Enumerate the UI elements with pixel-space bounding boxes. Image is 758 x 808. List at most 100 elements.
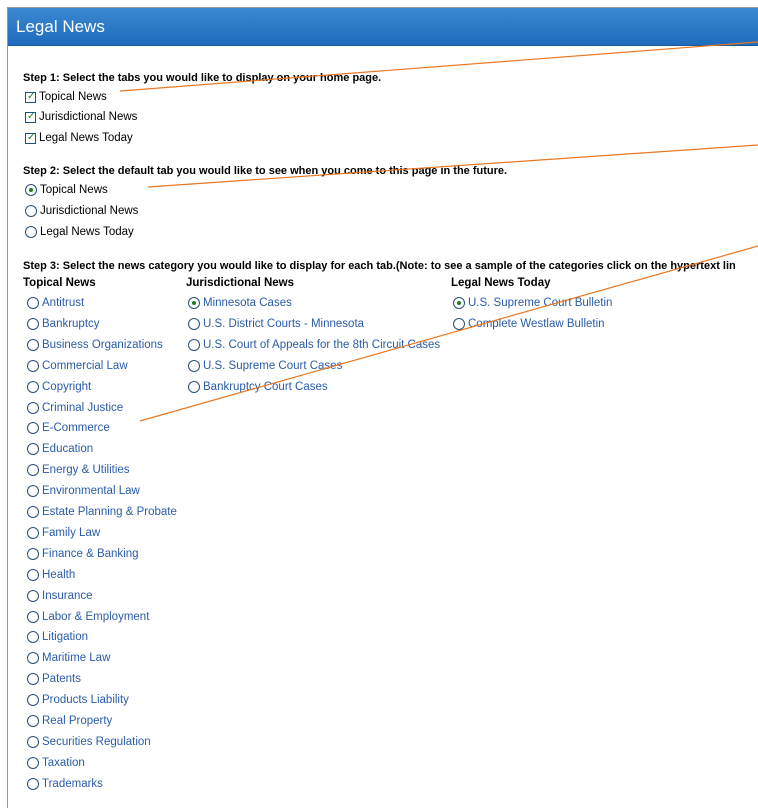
category-option[interactable]: Family Law bbox=[27, 525, 100, 541]
category-link[interactable]: Labor & Employment bbox=[42, 611, 149, 623]
radio-button[interactable] bbox=[27, 402, 39, 414]
category-option[interactable]: U.S. District Courts - Minnesota bbox=[188, 316, 364, 332]
radio-button[interactable] bbox=[25, 184, 37, 196]
category-link[interactable]: Finance & Banking bbox=[42, 548, 139, 560]
radio-button[interactable] bbox=[453, 318, 465, 330]
category-link[interactable]: U.S. District Courts - Minnesota bbox=[203, 318, 364, 330]
radio-button[interactable] bbox=[27, 318, 39, 330]
category-option[interactable]: Antitrust bbox=[27, 295, 84, 311]
category-link[interactable]: Estate Planning & Probate bbox=[42, 506, 177, 518]
radio-button[interactable] bbox=[27, 506, 39, 518]
radio-button[interactable] bbox=[27, 464, 39, 476]
radio-button[interactable] bbox=[27, 590, 39, 602]
step2-option-jurisdictional[interactable]: Jurisdictional News bbox=[25, 203, 138, 219]
radio-button[interactable] bbox=[27, 443, 39, 455]
radio-button[interactable] bbox=[453, 297, 465, 309]
category-option[interactable]: Real Property bbox=[27, 713, 112, 729]
radio-button[interactable] bbox=[27, 778, 39, 790]
radio-button[interactable] bbox=[27, 360, 39, 372]
category-link[interactable]: Bankruptcy Court Cases bbox=[203, 381, 328, 393]
category-option[interactable]: Business Organizations bbox=[27, 337, 163, 353]
category-link[interactable]: Maritime Law bbox=[42, 652, 110, 664]
category-link[interactable]: Trademarks bbox=[42, 778, 103, 790]
category-link[interactable]: Energy & Utilities bbox=[42, 464, 130, 476]
checkbox[interactable]: ✓ bbox=[25, 91, 36, 103]
category-option[interactable]: U.S. Supreme Court Cases bbox=[188, 358, 342, 374]
category-option[interactable]: Products Liability bbox=[27, 692, 129, 708]
radio-button[interactable] bbox=[27, 297, 39, 309]
step1-option-legal-today[interactable]: ✓ Legal News Today bbox=[25, 130, 133, 146]
category-link[interactable]: Copyright bbox=[42, 381, 91, 393]
category-option[interactable]: Finance & Banking bbox=[27, 546, 139, 562]
category-option[interactable]: U.S. Court of Appeals for the 8th Circui… bbox=[188, 337, 440, 353]
radio-button[interactable] bbox=[27, 736, 39, 748]
category-link[interactable]: Products Liability bbox=[42, 694, 129, 706]
category-link[interactable]: Bankruptcy bbox=[42, 318, 100, 330]
category-option[interactable]: Copyright bbox=[27, 379, 91, 395]
category-option[interactable]: Environmental Law bbox=[27, 483, 140, 499]
category-option[interactable]: E-Commerce bbox=[27, 420, 110, 436]
category-option[interactable]: Estate Planning & Probate bbox=[27, 504, 177, 520]
radio-button[interactable] bbox=[27, 631, 39, 643]
radio-button[interactable] bbox=[27, 757, 39, 769]
category-link[interactable]: Litigation bbox=[42, 631, 88, 643]
category-option[interactable]: Bankruptcy bbox=[27, 316, 100, 332]
radio-button[interactable] bbox=[27, 381, 39, 393]
category-link[interactable]: Complete Westlaw Bulletin bbox=[468, 318, 605, 330]
category-option[interactable]: Insurance bbox=[27, 588, 93, 604]
category-link[interactable]: Business Organizations bbox=[42, 339, 163, 351]
category-option[interactable]: Litigation bbox=[27, 629, 88, 645]
category-option[interactable]: Complete Westlaw Bulletin bbox=[453, 316, 605, 332]
category-option[interactable]: Taxation bbox=[27, 755, 85, 771]
category-link[interactable]: U.S. Supreme Court Bulletin bbox=[468, 297, 612, 309]
step1-option-topical[interactable]: ✓ Topical News bbox=[25, 89, 107, 105]
category-option[interactable]: Securities Regulation bbox=[27, 734, 151, 750]
category-link[interactable]: Family Law bbox=[42, 527, 100, 539]
category-option[interactable]: Patents bbox=[27, 671, 81, 687]
radio-button[interactable] bbox=[25, 205, 37, 217]
radio-button[interactable] bbox=[27, 339, 39, 351]
category-link[interactable]: Real Property bbox=[42, 715, 112, 727]
step2-option-legal-today[interactable]: Legal News Today bbox=[25, 224, 134, 240]
radio-button[interactable] bbox=[27, 548, 39, 560]
radio-button[interactable] bbox=[27, 673, 39, 685]
radio-button[interactable] bbox=[188, 318, 200, 330]
category-link[interactable]: Insurance bbox=[42, 590, 93, 602]
category-option[interactable]: U.S. Supreme Court Bulletin bbox=[453, 295, 612, 311]
category-link[interactable]: Taxation bbox=[42, 757, 85, 769]
radio-button[interactable] bbox=[27, 715, 39, 727]
category-link[interactable]: U.S. Court of Appeals for the 8th Circui… bbox=[203, 339, 440, 351]
category-option[interactable]: Education bbox=[27, 441, 93, 457]
category-link[interactable]: Securities Regulation bbox=[42, 736, 151, 748]
category-link[interactable]: E-Commerce bbox=[42, 422, 110, 434]
radio-button[interactable] bbox=[27, 569, 39, 581]
category-link[interactable]: Education bbox=[42, 443, 93, 455]
category-link[interactable]: Minnesota Cases bbox=[203, 297, 292, 309]
category-link[interactable]: U.S. Supreme Court Cases bbox=[203, 360, 342, 372]
radio-button[interactable] bbox=[188, 360, 200, 372]
radio-button[interactable] bbox=[188, 297, 200, 309]
radio-button[interactable] bbox=[27, 422, 39, 434]
radio-button[interactable] bbox=[27, 694, 39, 706]
category-option[interactable]: Health bbox=[27, 567, 75, 583]
category-link[interactable]: Environmental Law bbox=[42, 485, 140, 497]
step2-option-topical[interactable]: Topical News bbox=[25, 182, 108, 198]
radio-button[interactable] bbox=[27, 652, 39, 664]
category-option[interactable]: Commercial Law bbox=[27, 358, 128, 374]
radio-button[interactable] bbox=[27, 485, 39, 497]
category-link[interactable]: Patents bbox=[42, 673, 81, 685]
category-option[interactable]: Bankruptcy Court Cases bbox=[188, 379, 328, 395]
radio-button[interactable] bbox=[188, 339, 200, 351]
category-option[interactable]: Labor & Employment bbox=[27, 609, 149, 625]
radio-button[interactable] bbox=[25, 226, 37, 238]
category-option[interactable]: Minnesota Cases bbox=[188, 295, 292, 311]
category-link[interactable]: Criminal Justice bbox=[42, 402, 123, 414]
radio-button[interactable] bbox=[27, 611, 39, 623]
category-link[interactable]: Commercial Law bbox=[42, 360, 128, 372]
category-option[interactable]: Maritime Law bbox=[27, 650, 110, 666]
radio-button[interactable] bbox=[188, 381, 200, 393]
category-link[interactable]: Health bbox=[42, 569, 75, 581]
category-option[interactable]: Energy & Utilities bbox=[27, 462, 130, 478]
step1-option-jurisdictional[interactable]: ✓ Jurisdictional News bbox=[25, 109, 137, 125]
checkbox[interactable]: ✓ bbox=[25, 111, 36, 123]
